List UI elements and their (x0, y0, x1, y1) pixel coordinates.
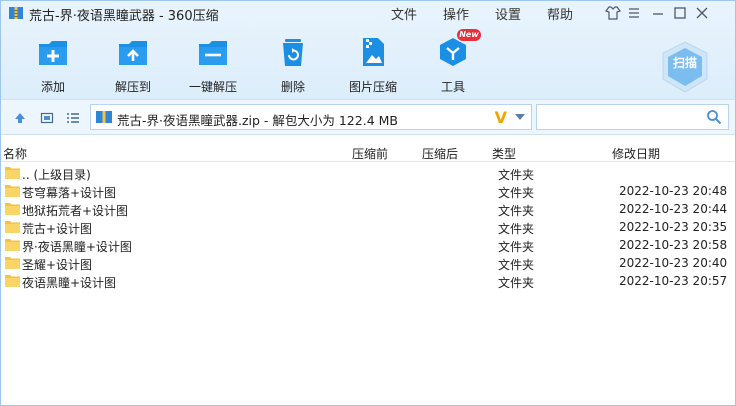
file-type: 文件夹 (498, 186, 535, 200)
menu-help[interactable]: 帮助 (547, 4, 573, 23)
view-thumbnail-icon[interactable] (39, 110, 55, 126)
file-date: 2022-10-23 20:58 (619, 238, 728, 252)
column-modified[interactable]: 修改日期 (612, 145, 660, 162)
recycle-bin-icon (283, 39, 303, 66)
file-name: 苍穹幕落+设计图 (22, 186, 117, 200)
scan-label: 扫描 (672, 56, 697, 70)
file-date: 2022-10-23 20:57 (619, 274, 728, 288)
extract-to-button[interactable]: 解压到 (93, 35, 173, 94)
file-type: 文件夹 (498, 258, 535, 272)
menu-operation[interactable]: 操作 (443, 4, 469, 23)
file-name: 圣耀+设计图 (22, 258, 93, 272)
search-box[interactable] (536, 104, 729, 130)
image-compress-button[interactable]: 图片压缩 (333, 35, 413, 94)
search-icon[interactable] (706, 109, 722, 125)
list-header: 名称 压缩前 压缩后 类型 修改日期 (1, 142, 735, 162)
toolbar: 添加 解压到 一键解压 删除 图片压缩 工具 New (1, 29, 735, 97)
file-type: 文件夹 (498, 240, 535, 254)
folder-icon (5, 185, 20, 197)
address-row: 荒古-界·夜语黑瞳武器.zip - 解包大小为 122.4 MB V (1, 99, 735, 135)
list-item[interactable]: .. (上级目录) 文件夹 (1, 164, 735, 182)
folder-icon (5, 221, 20, 233)
address-text: 荒古-界·夜语黑瞳武器.zip - 解包大小为 122.4 MB (117, 113, 398, 128)
file-name: 荒古+设计图 (22, 222, 93, 236)
title-bar: 荒古-界·夜语黑瞳武器 - 360压缩 文件 操作 设置 帮助 (1, 1, 735, 25)
file-date: 2022-10-23 20:40 (619, 256, 728, 270)
column-compressed-before[interactable]: 压缩前 (352, 145, 388, 162)
file-type: 文件夹 (498, 222, 535, 236)
folder-icon (5, 167, 20, 179)
delete-label: 删除 (280, 80, 305, 94)
column-name[interactable]: 名称 (3, 145, 27, 162)
file-type: 文件夹 (498, 168, 535, 182)
folder-icon (5, 257, 20, 269)
view-list-icon[interactable] (65, 110, 81, 126)
folder-icon (5, 239, 20, 251)
list-item[interactable]: 夜语黑瞳+设计图 文件夹 2022-10-23 20:57 (1, 272, 735, 290)
tools-label: 工具 (440, 80, 465, 94)
file-name: 地狱拓荒者+设计图 (22, 204, 129, 218)
minimize-icon[interactable] (649, 4, 667, 22)
file-name: .. (上级目录) (22, 168, 91, 182)
scan-button[interactable]: 扫描 (657, 39, 713, 95)
zip-app-icon (9, 7, 23, 19)
one-click-extract-label: 一键解压 (188, 80, 237, 94)
one-click-extract-button[interactable]: 一键解压 (173, 35, 253, 94)
menu-settings[interactable]: 设置 (495, 4, 521, 23)
skin-icon[interactable] (604, 4, 622, 22)
delete-button[interactable]: 删除 (253, 35, 333, 94)
address-dropdown-icon[interactable] (515, 114, 525, 120)
file-type: 文件夹 (498, 204, 535, 218)
list-item[interactable]: 地狱拓荒者+设计图 文件夹 2022-10-23 20:44 (1, 200, 735, 218)
column-compressed-after[interactable]: 压缩后 (422, 145, 458, 162)
folder-icon (5, 203, 20, 215)
extract-to-icon (119, 41, 147, 65)
file-name: 界·夜语黑瞳+设计图 (22, 240, 132, 254)
extract-to-label: 解压到 (114, 80, 151, 94)
column-type[interactable]: 类型 (492, 145, 516, 162)
add-button[interactable]: 添加 (13, 35, 93, 94)
file-name: 夜语黑瞳+设计图 (22, 276, 117, 290)
file-date: 2022-10-23 20:44 (619, 202, 728, 216)
new-badge: New (457, 29, 481, 41)
menu-icon[interactable] (625, 4, 643, 22)
add-icon (39, 41, 67, 65)
window-title: 荒古-界·夜语黑瞳武器 - 360压缩 (29, 9, 219, 24)
app-window: 荒古-界·夜语黑瞳武器 - 360压缩 文件 操作 设置 帮助 添加 解压到 一… (0, 0, 736, 406)
list-item[interactable]: 苍穹幕落+设计图 文件夹 2022-10-23 20:48 (1, 182, 735, 200)
list-item[interactable]: 圣耀+设计图 文件夹 2022-10-23 20:40 (1, 254, 735, 272)
one-click-extract-icon (199, 41, 227, 65)
file-date: 2022-10-23 20:35 (619, 220, 728, 234)
maximize-icon[interactable] (671, 4, 689, 22)
close-icon[interactable] (693, 4, 711, 22)
file-date: 2022-10-23 20:48 (619, 184, 728, 198)
image-compress-icon (363, 38, 384, 66)
menu-file[interactable]: 文件 (391, 4, 417, 23)
add-label: 添加 (40, 80, 65, 94)
list-item[interactable]: 界·夜语黑瞳+设计图 文件夹 2022-10-23 20:58 (1, 236, 735, 254)
address-bar[interactable]: 荒古-界·夜语黑瞳武器.zip - 解包大小为 122.4 MB V (90, 104, 532, 130)
image-compress-label: 图片压缩 (348, 80, 397, 94)
tools-button[interactable]: 工具 (413, 35, 493, 94)
up-arrow-icon[interactable] (12, 110, 28, 126)
zip-file-icon (96, 111, 112, 123)
file-type: 文件夹 (498, 276, 535, 290)
list-item[interactable]: 荒古+设计图 文件夹 2022-10-23 20:35 (1, 218, 735, 236)
v-logo-icon[interactable]: V (495, 108, 507, 127)
file-list: .. (上级目录) 文件夹 苍穹幕落+设计图 文件夹 2022-10-23 20… (1, 164, 735, 290)
folder-icon (5, 275, 20, 287)
